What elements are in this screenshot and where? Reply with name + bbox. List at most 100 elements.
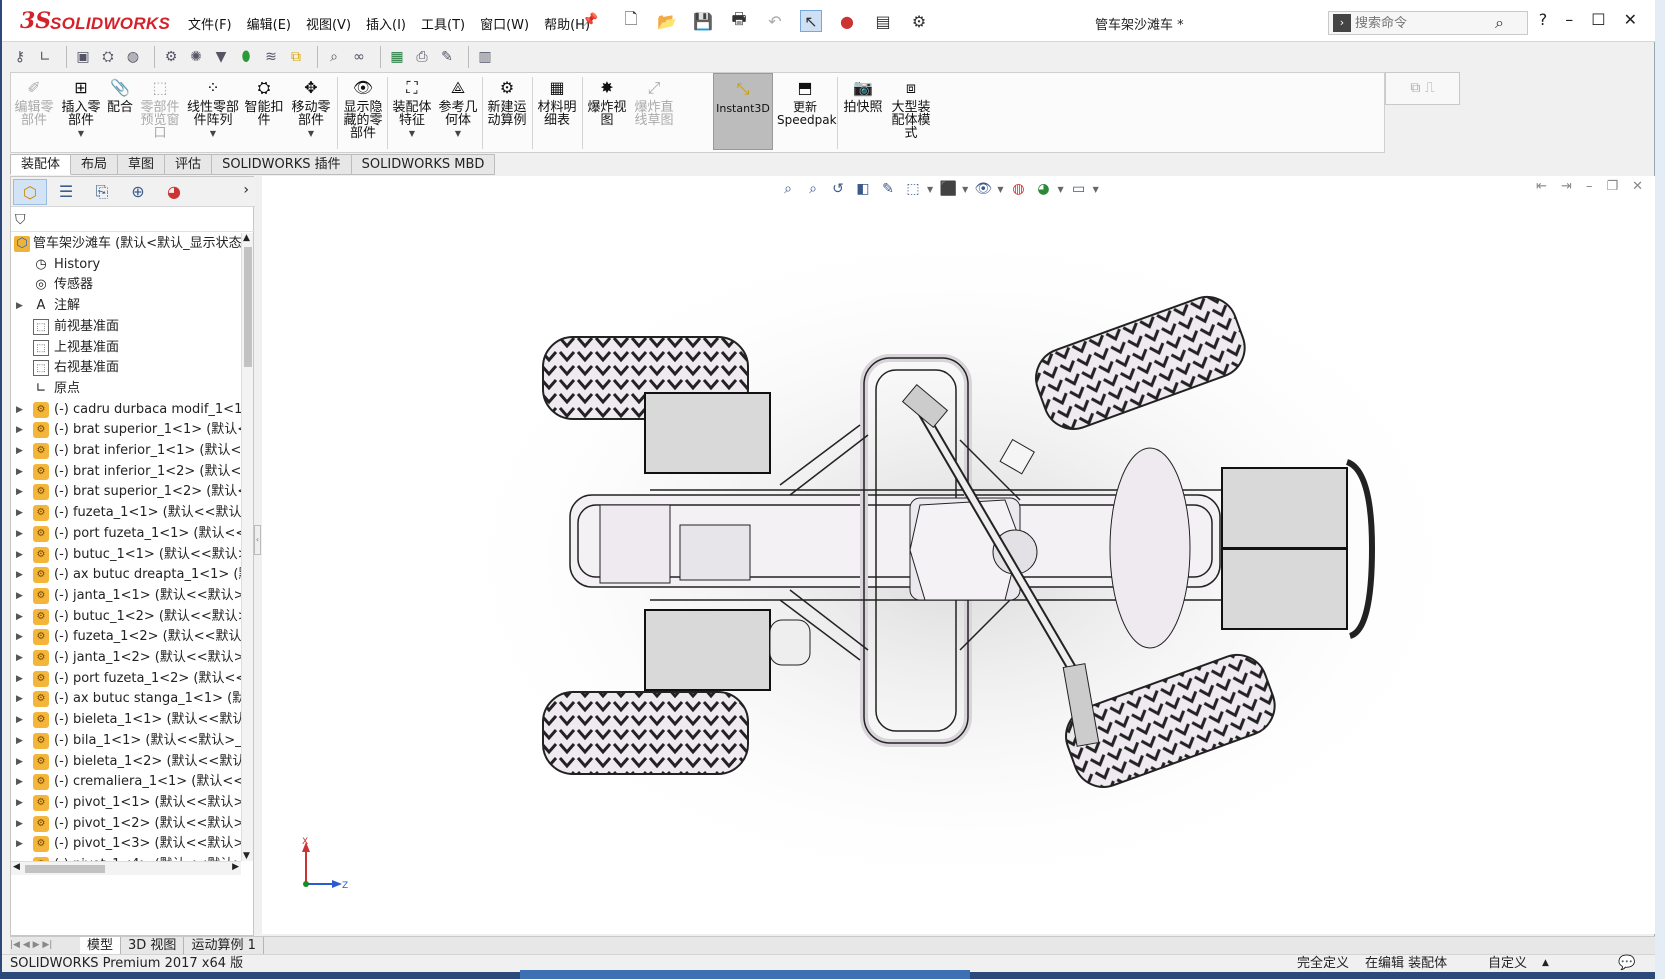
- maximize-icon[interactable]: ☐: [1591, 10, 1605, 29]
- edit-part-button[interactable]: ✐ 编辑零 部件: [13, 77, 55, 127]
- tab-layout[interactable]: 布局: [71, 154, 119, 175]
- gear-icon[interactable]: ⚙: [161, 47, 181, 67]
- tree-item[interactable]: ▶ ⚙ (-) ax butuc dreapta_1<1> (默认: [11, 564, 241, 586]
- tree-item[interactable]: ▶ ⚙ (-) port fuzeta_1<2> (默认<<默: [11, 668, 241, 690]
- chevron-down-icon[interactable]: ▼: [59, 127, 103, 140]
- tree-item[interactable]: ∟ 原点: [11, 378, 241, 400]
- tree-item[interactable]: ▶ ⚙ (-) bieleta_1<1> (默认<<默认>_: [11, 709, 241, 731]
- expand-arrow-icon[interactable]: ▶: [16, 792, 23, 814]
- dimxpert-tab-icon[interactable]: ⊕: [121, 179, 155, 205]
- expand-arrow-icon[interactable]: ▶: [16, 606, 23, 628]
- tree-item[interactable]: ▶ ⚙ (-) bieleta_1<2> (默认<<默认>_: [11, 751, 241, 773]
- tree-item[interactable]: ⬚ 上视基准面: [11, 337, 241, 359]
- scroll-thumb[interactable]: [244, 247, 252, 367]
- expand-arrow-icon[interactable]: ▶: [16, 481, 23, 503]
- expand-arrow-icon[interactable]: ▶: [16, 419, 23, 441]
- configuration-manager-tab-icon[interactable]: ⎘: [85, 179, 119, 205]
- chevron-down-icon[interactable]: ▼: [391, 127, 433, 140]
- preview-window-button[interactable]: ⬚ 零部件 预览窗 口: [139, 77, 181, 140]
- tree-horizontal-scrollbar[interactable]: ◀ ▶: [11, 861, 241, 875]
- tree-item[interactable]: ▶ ⚙ (-) brat superior_1<2> (默认<<默: [11, 481, 241, 503]
- tooltip-icon[interactable]: 💬: [1618, 955, 1635, 972]
- tab-model[interactable]: 模型: [80, 937, 122, 954]
- instant3d-button[interactable]: ⤡ Instant3D: [713, 73, 773, 150]
- tree-item[interactable]: ▶ ⚙ (-) janta_1<1> (默认<<默认>_显: [11, 585, 241, 607]
- atv-model-render[interactable]: [262, 176, 1655, 934]
- expand-arrow-icon[interactable]: ▶: [16, 833, 23, 855]
- expand-arrow-icon[interactable]: ▶: [16, 295, 23, 317]
- new-motion-study-button[interactable]: ⚙ 新建运 动算例: [485, 77, 529, 127]
- smart-fastener-button[interactable]: ⛭ 智能扣 件: [244, 77, 284, 127]
- image-icon[interactable]: ✎: [437, 47, 457, 67]
- pin-icon[interactable]: 📌: [582, 13, 598, 28]
- tree-item[interactable]: ▶ ⚙ (-) bila_1<1> (默认<<默认>_显示: [11, 730, 241, 752]
- tree-item[interactable]: ▶ ⚙ (-) fuzeta_1<2> (默认<<默认>_显: [11, 626, 241, 648]
- menu-file[interactable]: 文件(F): [188, 14, 232, 33]
- panel-collapse-handle[interactable]: ‹: [254, 525, 261, 555]
- scroll-down-icon[interactable]: ▼: [243, 851, 250, 861]
- tree-item[interactable]: ▶ ⚙ (-) pivot_1<2> (默认<<默认>_显: [11, 813, 241, 835]
- tab-mbd[interactable]: SOLIDWORKS MBD: [351, 154, 496, 175]
- bom-button[interactable]: ▦ 材料明 细表: [535, 77, 579, 127]
- expand-arrow-icon[interactable]: ▶: [16, 585, 23, 607]
- scroll-right-icon[interactable]: ▶: [232, 862, 239, 872]
- expand-arrow-icon[interactable]: ▶: [16, 502, 23, 524]
- tab-evaluate[interactable]: 评估: [165, 154, 213, 175]
- options-gear-icon[interactable]: ⚙: [908, 10, 930, 32]
- solidworks-logo[interactable]: 3S SOLIDWORKS: [20, 8, 170, 38]
- tree-item[interactable]: ▶ ⚙ (-) brat inferior_1<2> (默认<<默: [11, 461, 241, 483]
- units-selector[interactable]: 自定义: [1488, 955, 1527, 972]
- tree-root-assembly[interactable]: ⬡ 管车架沙滩车 (默认<默认_显示状态-1: [11, 233, 241, 255]
- binoculars-icon[interactable]: ∞: [349, 47, 369, 67]
- report-icon[interactable]: ▥: [475, 47, 495, 67]
- scroll-left-icon[interactable]: ◀: [13, 862, 20, 872]
- tab-sketch[interactable]: 草图: [118, 154, 166, 175]
- mate-button[interactable]: 📎 配合: [105, 77, 135, 114]
- undo-icon[interactable]: ↶: [764, 10, 786, 32]
- expand-arrow-icon[interactable]: ▶: [16, 626, 23, 648]
- file-properties-icon[interactable]: ▤: [872, 10, 894, 32]
- show-hidden-button[interactable]: 👁 显示隐 藏的零 部件: [341, 77, 385, 140]
- select-cursor-icon[interactable]: ↖: [800, 10, 822, 32]
- expand-arrow-icon[interactable]: ▶: [16, 564, 23, 586]
- linear-pattern-button[interactable]: ⁘ 线性零部 件阵列 ▼: [187, 77, 239, 140]
- menu-tools[interactable]: 工具(T): [421, 14, 465, 33]
- print-icon[interactable]: 🖶: [728, 9, 750, 32]
- tree-filter[interactable]: ⛉: [11, 208, 255, 232]
- menu-view[interactable]: 视图(V): [306, 14, 351, 33]
- expand-arrow-icon[interactable]: ▶: [16, 751, 23, 773]
- menu-edit[interactable]: 编辑(E): [247, 14, 291, 33]
- large-assembly-mode-button[interactable]: ⧈ 大型装 配体模 式: [889, 77, 933, 140]
- chevron-down-icon[interactable]: ▼: [289, 127, 333, 140]
- expand-arrow-icon[interactable]: ▶: [16, 771, 23, 793]
- expand-arrow-icon[interactable]: ▶: [16, 647, 23, 669]
- tab-3d-view[interactable]: 3D 视图: [121, 937, 185, 954]
- tab-navigation-arrows[interactable]: |◀ ◀ ▶ ▶|: [10, 937, 80, 954]
- tree-item[interactable]: ▶ ⚙ (-) pivot_1<1> (默认<<默认>_显: [11, 792, 241, 814]
- monitor-icon[interactable]: ▣: [73, 47, 93, 67]
- graphics-viewport[interactable]: ⌕ ⌕ ↺ ◧ ✎ ⬚ ▼ ⬛ ▼ 👁 ▼ ◍ ◕ ▼ ▭ ▼ ⇤ ⇥ – ❐ …: [262, 176, 1655, 934]
- tree-item[interactable]: ▶ ⚙ (-) ax butuc stanga_1<1> (默认: [11, 688, 241, 710]
- expand-arrow-icon[interactable]: ▶: [16, 399, 23, 421]
- printer-icon[interactable]: ⎙: [412, 47, 432, 67]
- tree-item[interactable]: ▶ ⚙ (-) brat superior_1<1> (默认<<默: [11, 419, 241, 441]
- tree-item[interactable]: ▶ ⚙ (-) butuc_1<2> (默认<<默认>_显: [11, 606, 241, 628]
- tree-item[interactable]: ▶ ⚙ (-) pivot_1<3> (默认<<默认>_显: [11, 833, 241, 855]
- scroll-up-icon[interactable]: ▲: [243, 233, 250, 243]
- expand-arrow-icon[interactable]: ▶: [16, 523, 23, 545]
- excel-icon[interactable]: ▦: [387, 47, 407, 67]
- tab-assembly[interactable]: 装配体: [10, 154, 72, 175]
- assembly-feature-button[interactable]: ⛶ 装配体 特征 ▼: [391, 77, 433, 140]
- tree-item[interactable]: ▶ ⚙ (-) port fuzeta_1<1> (默认<<默: [11, 523, 241, 545]
- expand-arrow-icon[interactable]: ▶: [16, 461, 23, 483]
- close-icon[interactable]: ✕: [1624, 10, 1637, 29]
- expand-arrow-icon[interactable]: ▶: [16, 709, 23, 731]
- rebuild-traffic-light-icon[interactable]: ●: [836, 10, 858, 32]
- collapsed-toolbar-box[interactable]: ⧉ ⎍: [1385, 72, 1460, 105]
- tree-item[interactable]: ▶ ⚙ (-) cremaliera_1<1> (默认<<默认: [11, 771, 241, 793]
- explode-view-button[interactable]: ✸ 爆炸视 图: [585, 77, 629, 127]
- chevron-down-icon[interactable]: ▼: [187, 127, 239, 140]
- update-speedpak-button[interactable]: ⬒ 更新 Speedpak: [777, 77, 837, 127]
- tab-motion-study[interactable]: 运动算例 1: [184, 937, 264, 954]
- move-part-button[interactable]: ✥ 移动零 部件 ▼: [289, 77, 333, 140]
